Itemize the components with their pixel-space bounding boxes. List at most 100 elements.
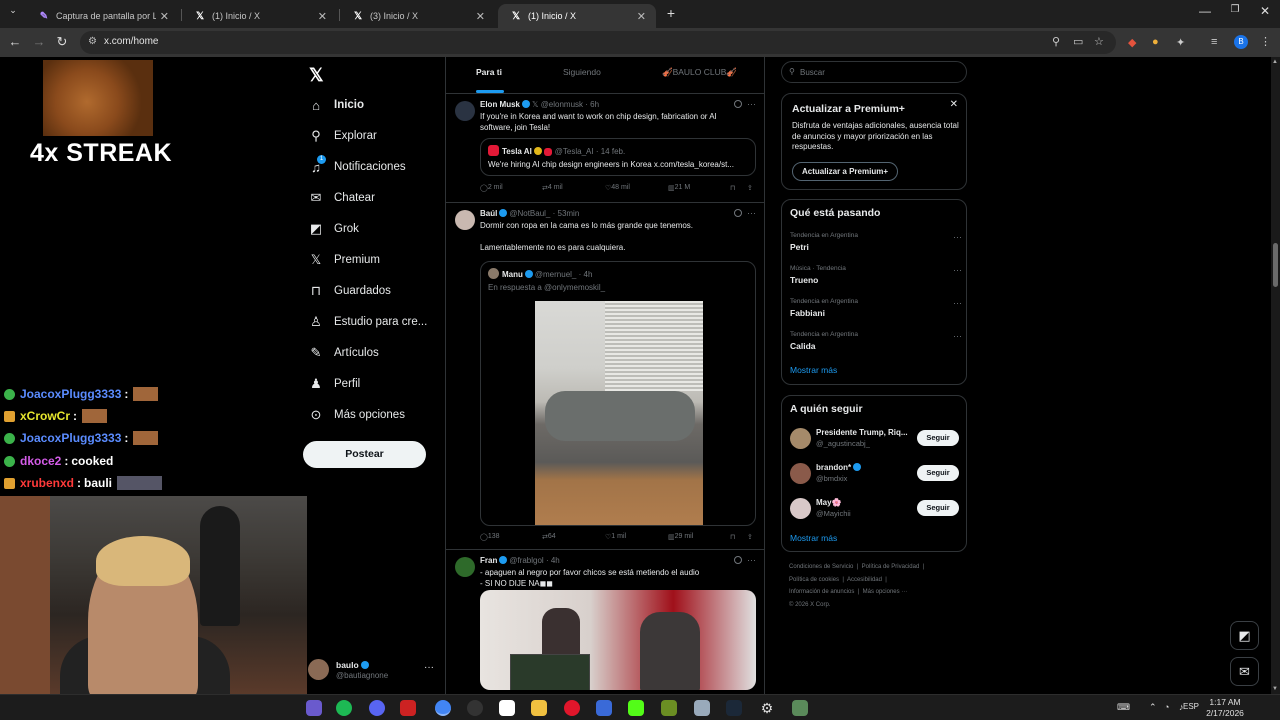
address-bar[interactable]: ⚙ x.com/home ⚲ ▭ ☆ (80, 31, 1116, 54)
spotify-icon[interactable] (336, 700, 352, 716)
show-more-follow-link[interactable]: Mostrar más (790, 533, 837, 543)
new-tab-button[interactable]: + (662, 5, 680, 21)
tweet-time[interactable]: · 6h (585, 100, 599, 109)
url-text[interactable]: x.com/home (104, 36, 158, 47)
follow-suggestion[interactable]: brandon* @bmdxix Seguir (790, 461, 962, 487)
follow-button[interactable]: Seguir (917, 500, 959, 516)
trend-item[interactable]: Tendencia en Argentina Petri ··· (790, 232, 962, 252)
nav-guardados[interactable]: ⊓ Guardados (308, 283, 391, 299)
account-switcher[interactable]: baulo @bautiagnone ··· (308, 657, 438, 683)
browser-tab[interactable]: 𝕏 (3) Inicio / X ✕ (340, 4, 495, 28)
follow-suggestion[interactable]: Presidente Trump, Riq... @_agustincabj_ S… (790, 426, 962, 452)
bedroom-photo[interactable] (535, 301, 703, 525)
more-icon[interactable]: ··· (953, 265, 962, 275)
views-button[interactable]: ▥ 21 M (668, 184, 690, 192)
share-icon[interactable]: ⇪ (747, 184, 753, 192)
nav-notificaciones[interactable]: ♫ 1 Notificaciones (308, 155, 406, 175)
repost-button[interactable]: ⇄ 4 mil (542, 184, 563, 192)
quoted-tweet[interactable]: Manu @mernuel_ · 4h En respuesta a @onlym… (480, 261, 756, 526)
nav-grok[interactable]: ◩ Grok (308, 221, 359, 237)
tab-search-button[interactable]: ⌄ (4, 5, 22, 16)
grok-icon[interactable] (734, 209, 742, 217)
footer-link[interactable]: Política de cookies (789, 577, 839, 583)
author-name[interactable]: Fran (480, 556, 497, 565)
footer-link[interactable]: Política de Privacidad (862, 564, 920, 570)
tab-para-ti[interactable]: Para ti (476, 67, 502, 77)
post-button[interactable]: Postear (303, 441, 426, 468)
clock[interactable]: 1:17 AM 2/17/2026 (1203, 697, 1247, 719)
app-icon[interactable] (596, 700, 612, 716)
trend-item[interactable]: Tendencia en Argentina Fabbiani ··· (790, 298, 962, 318)
like-button[interactable]: ♡ 1 mil (605, 533, 626, 541)
follow-button[interactable]: Seguir (917, 430, 959, 446)
minecraft-icon[interactable] (661, 700, 677, 716)
author-handle[interactable]: @NotBaul_ (509, 209, 550, 218)
site-info-icon[interactable]: ⚙ (88, 36, 97, 47)
footer-link[interactable]: Información de anuncios (789, 589, 854, 595)
grok-float-button[interactable]: ◩ (1230, 621, 1259, 650)
forward-button[interactable]: → (30, 34, 48, 49)
tv-broadcast-image[interactable] (480, 590, 756, 690)
more-icon[interactable]: ··· (424, 662, 434, 673)
tab-baulo-club[interactable]: 🎻BAULO CLUB🎻 (662, 67, 737, 78)
nav-explorar[interactable]: ⚲ Explorar (308, 128, 377, 144)
browser-tab[interactable]: ✎ Captura de pantalla por Lightsh ✕ (26, 4, 179, 28)
nav-inicio[interactable]: ⌂ Inicio (308, 97, 364, 113)
tweet[interactable]: Baúl @NotBaul_ · 53min ··· Dormir con rop… (446, 204, 764, 550)
nav-mas-opciones[interactable]: ⊙ Más opciones (308, 407, 405, 423)
show-more-trends-link[interactable]: Mostrar más (790, 365, 837, 375)
extension-icon[interactable]: ◆ (1128, 36, 1136, 49)
kick-icon[interactable] (628, 700, 644, 716)
quoted-tweet[interactable]: Tesla AI @Tesla_AI · 14 feb. We're hiring… (480, 138, 756, 176)
avatar[interactable] (455, 210, 475, 230)
messages-float-button[interactable]: ✉ (1230, 657, 1259, 686)
trend-item[interactable]: Tendencia en Argentina Calida ··· (790, 331, 962, 351)
footer-link[interactable]: Más opciones ··· (863, 589, 908, 595)
follow-suggestion[interactable]: May🌸 @Mayichii Seguir (790, 496, 962, 522)
obs-icon[interactable] (467, 700, 483, 716)
footer-link[interactable]: Condiciones de Servicio (789, 564, 853, 570)
language-indicator[interactable]: ESP (1183, 702, 1199, 711)
grok-icon[interactable] (734, 556, 742, 564)
extension-icon[interactable]: ● (1152, 36, 1159, 48)
more-icon[interactable]: ··· (953, 298, 962, 308)
close-icon[interactable]: ✕ (950, 99, 958, 110)
app-icon[interactable] (694, 700, 710, 716)
nav-chatear[interactable]: ✉ Chatear (308, 190, 375, 206)
tweet-time[interactable]: · 4h (546, 556, 560, 565)
extensions-puzzle-icon[interactable]: ✦ (1176, 36, 1185, 49)
file-explorer-icon[interactable] (531, 700, 547, 716)
grok-icon[interactable] (734, 100, 742, 108)
close-window-button[interactable]: ✕ (1250, 4, 1280, 18)
trend-item[interactable]: Música · Tendencia Trueno ··· (790, 265, 962, 285)
reload-button[interactable]: ↻ (53, 34, 71, 50)
scrollbar-thumb[interactable] (1273, 243, 1278, 287)
bookmark-icon[interactable]: ⊓ (730, 184, 735, 192)
nav-articulos[interactable]: ✎ Artículos (308, 345, 379, 361)
minimize-button[interactable]: — (1190, 4, 1220, 18)
tweet[interactable]: Elon Musk 𝕏 @elonmusk · 6h ··· If you're … (446, 95, 764, 203)
steam-icon[interactable] (726, 700, 742, 716)
footer-link[interactable]: Accesibilidad (847, 577, 882, 583)
views-button[interactable]: ▥ 29 mil (668, 533, 693, 541)
premium-upgrade-button[interactable]: Actualizar a Premium+ (792, 162, 898, 181)
tweet-time[interactable]: · 53min (553, 209, 580, 218)
more-icon[interactable]: ··· (747, 208, 756, 218)
reply-button[interactable]: ◯ 138 (480, 533, 500, 541)
nav-estudio[interactable]: ♙ Estudio para cre... (308, 314, 427, 330)
page-scrollbar[interactable]: ▲ ▼ (1271, 57, 1280, 694)
browser-tab[interactable]: 𝕏 (1) Inicio / X ✕ (182, 4, 337, 28)
more-icon[interactable]: ··· (747, 99, 756, 109)
nav-premium[interactable]: 𝕏 Premium (308, 252, 380, 268)
tray-chevron-icon[interactable]: ⌃ (1149, 702, 1157, 713)
avatar[interactable] (455, 101, 475, 121)
author-handle[interactable]: @frablgol (509, 556, 543, 565)
close-icon[interactable]: ✕ (476, 10, 485, 23)
opera-icon[interactable] (564, 700, 580, 716)
profile-avatar[interactable]: B (1234, 35, 1248, 49)
bookmark-star-icon[interactable]: ☆ (1094, 35, 1104, 48)
more-icon[interactable]: ··· (953, 331, 962, 341)
more-icon[interactable]: ··· (747, 555, 756, 565)
tweet[interactable]: Fran @frablgol · 4h ··· - apaguen al negr… (446, 551, 764, 694)
close-icon[interactable]: ✕ (160, 10, 169, 23)
